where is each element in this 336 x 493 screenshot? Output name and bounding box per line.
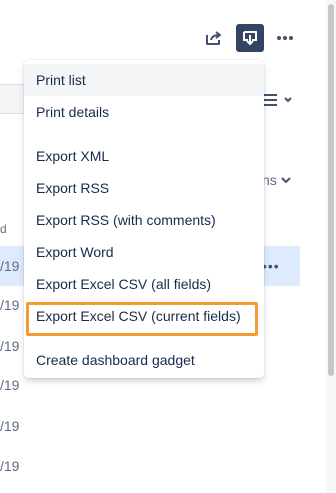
menu-item-create-dashboard-gadget[interactable]: Create dashboard gadget (24, 344, 264, 376)
page: ns d ••• /19 /19 /19 /19 /19 /19 Print l… (0, 0, 336, 493)
share-icon (206, 31, 221, 45)
menu-item-print-list[interactable]: Print list (24, 64, 264, 96)
menu-item-export-csv-all[interactable]: Export Excel CSV (all fields) (24, 268, 264, 300)
menu-item-print-details[interactable]: Print details (24, 96, 264, 128)
share-button[interactable] (200, 24, 228, 52)
more-horizontal-icon (277, 36, 293, 40)
chevron-down-icon (281, 177, 291, 184)
table-cell-date: /19 (0, 377, 20, 393)
list-view-icon (263, 94, 292, 106)
export-download-icon (243, 31, 257, 46)
menu-item-export-rss-comments[interactable]: Export RSS (with comments) (24, 204, 264, 236)
table-cell-date: /19 (0, 458, 20, 474)
list-view-toggle[interactable] (263, 92, 295, 108)
table-cell-date: /19 (0, 297, 20, 313)
menu-item-export-rss[interactable]: Export RSS (24, 172, 264, 204)
export-dropdown-menu: Print list Print details Export XML Expo… (24, 60, 264, 378)
columns-label: ns (262, 172, 277, 188)
column-header-fragment: d (0, 222, 7, 236)
more-actions-button[interactable] (271, 24, 299, 52)
scrollbar-thumb[interactable] (328, 4, 334, 376)
page-scrollbar[interactable] (326, 0, 336, 493)
table-cell-date: /19 (0, 338, 20, 354)
menu-item-export-xml[interactable]: Export XML (24, 140, 264, 172)
table-cell-date: /19 (0, 258, 20, 274)
row-actions-icon[interactable]: ••• (262, 258, 280, 274)
highlight-annotation (26, 302, 258, 336)
columns-dropdown[interactable]: ns (262, 172, 291, 188)
export-button[interactable] (236, 24, 264, 52)
table-cell-date: /19 (0, 418, 20, 434)
menu-item-export-word[interactable]: Export Word (24, 236, 264, 268)
